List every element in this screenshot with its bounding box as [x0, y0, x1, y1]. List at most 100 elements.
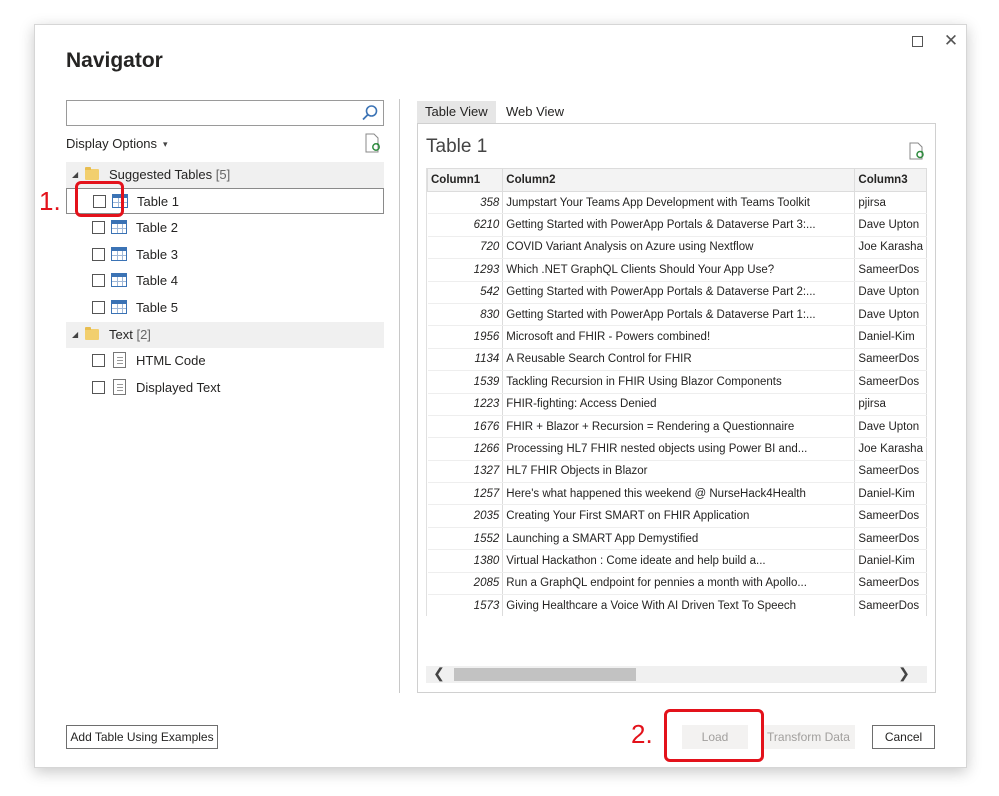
table-row[interactable]: 1223 FHIR-fighting: Access Denied pjirsa: [427, 393, 927, 416]
checkbox[interactable]: [92, 301, 105, 314]
tree-item-table-3[interactable]: Table 3: [66, 242, 384, 268]
table-row[interactable]: 1266 Processing HL7 FHIR nested objects u…: [427, 437, 927, 461]
table-cell: A Reusable Search Control for FHIR: [502, 348, 856, 372]
table-cell: Daniel-Kim: [854, 325, 927, 349]
table-row[interactable]: 1956 Microsoft and FHIR - Powers combined…: [427, 325, 927, 349]
table-row[interactable]: 1676 FHIR + Blazor + Recursion = Renderin…: [427, 415, 927, 439]
maximize-icon[interactable]: [907, 31, 927, 51]
tab-table-view[interactable]: Table View: [417, 101, 496, 123]
table-cell: Which .NET GraphQL Clients Should Your A…: [502, 258, 856, 282]
table-row[interactable]: 1573 Giving Healthcare a Voice With AI Dr…: [427, 594, 927, 616]
table-cell: FHIR-fighting: Access Denied: [502, 393, 856, 416]
add-table-using-examples-button[interactable]: Add Table Using Examples: [66, 725, 218, 749]
table-cell: Here's what happened this weekend @ Nurs…: [502, 482, 856, 506]
tree-group-label: Suggested Tables [5]: [109, 167, 231, 182]
table-cell: SameerDos: [854, 572, 927, 596]
table-cell: 720: [427, 236, 504, 260]
table-cell: Joe Karasha: [854, 437, 927, 461]
tree-item-displayed-text[interactable]: Displayed Text: [66, 375, 384, 401]
checkbox[interactable]: [92, 354, 105, 367]
table-row[interactable]: 2035 Creating Your First SMART on FHIR Ap…: [427, 504, 927, 528]
scroll-left-icon[interactable]: ❮: [430, 665, 448, 682]
data-preview-table[interactable]: Column1 Column2 Column3 358 Jumpstart You…: [426, 168, 927, 616]
scroll-right-icon[interactable]: ❯: [895, 665, 913, 682]
display-options-label: Display Options: [66, 136, 158, 151]
table-cell: Dave Upton: [854, 281, 927, 304]
table-row[interactable]: 1293 Which .NET GraphQL Clients Should Yo…: [427, 258, 927, 282]
table-row[interactable]: 720 COVID Variant Analysis on Azure using…: [427, 236, 927, 260]
checkbox[interactable]: [92, 381, 105, 394]
table-cell: 1266: [427, 437, 504, 461]
checkbox[interactable]: [92, 248, 105, 261]
table-row[interactable]: 830 Getting Started with PowerApp Portals…: [427, 303, 927, 327]
folder-icon: [85, 167, 99, 180]
expand-triangle-icon[interactable]: ◢: [72, 170, 78, 179]
transform-data-button[interactable]: Transform Data: [762, 725, 855, 749]
column-header[interactable]: Column1: [427, 168, 504, 192]
search-input[interactable]: [66, 100, 384, 126]
table-icon: [111, 247, 127, 261]
tree-item-label: Table 2: [136, 220, 178, 235]
table-cell: COVID Variant Analysis on Azure using Ne…: [502, 236, 856, 260]
checkbox[interactable]: [92, 221, 105, 234]
horizontal-scrollbar[interactable]: ❮ ❯: [426, 665, 927, 683]
table-cell: Giving Healthcare a Voice With AI Driven…: [502, 594, 856, 616]
table-cell: Run a GraphQL endpoint for pennies a mon…: [502, 572, 856, 596]
table-row[interactable]: 2085 Run a GraphQL endpoint for pennies a…: [427, 572, 927, 596]
table-row[interactable]: 1134 A Reusable Search Control for FHIR Sa…: [427, 348, 927, 372]
dialog-title: Navigator: [66, 49, 163, 72]
table-cell: 1134: [427, 348, 504, 372]
tree-item-table-2[interactable]: Table 2: [66, 215, 384, 241]
preview-pane: Table 1 Column1 Column2 Column3 358 Jumps…: [417, 123, 936, 693]
table-row[interactable]: 1539 Tackling Recursion in FHIR Using Bla…: [427, 370, 927, 394]
table-cell: SameerDos: [854, 258, 927, 282]
table-row[interactable]: 6210 Getting Started with PowerApp Portal…: [427, 213, 927, 237]
column-header[interactable]: Column2: [502, 168, 856, 192]
tree-item-label: HTML Code: [136, 353, 206, 368]
tree-item-label: Table 1: [137, 194, 179, 209]
table-cell: Joe Karasha: [854, 236, 927, 260]
expand-triangle-icon[interactable]: ◢: [72, 330, 78, 339]
table-row[interactable]: 1380 Virtual Hackathon : Come ideate and …: [427, 549, 927, 573]
search-icon[interactable]: [361, 104, 379, 122]
table-cell: 542: [427, 281, 504, 304]
tree-item-label: Table 5: [136, 300, 178, 315]
table-cell: Virtual Hackathon : Come ideate and help…: [502, 549, 856, 573]
table-cell: SameerDos: [854, 370, 927, 394]
table-cell: Processing HL7 FHIR nested objects using…: [502, 437, 856, 461]
preview-title: Table 1: [426, 136, 488, 157]
tree-item-table-5[interactable]: Table 5: [66, 295, 384, 321]
display-options-dropdown[interactable]: Display Options ▾: [66, 136, 168, 151]
tree-group-text[interactable]: ◢ Text [2]: [66, 322, 384, 348]
table-cell: 1223: [427, 393, 504, 416]
column-header[interactable]: Column3: [854, 168, 927, 192]
table-row[interactable]: 1327 HL7 FHIR Objects in Blazor SameerDos: [427, 460, 927, 484]
table-cell: SameerDos: [854, 460, 927, 484]
tree-item-table-4[interactable]: Table 4: [66, 268, 384, 294]
table-cell: Dave Upton: [854, 303, 927, 327]
checkbox[interactable]: [92, 274, 105, 287]
table-cell: 1552: [427, 527, 504, 551]
table-row[interactable]: 358 Jumpstart Your Teams App Development …: [427, 191, 927, 215]
table-row[interactable]: 1257 Here's what happened this weekend @ …: [427, 482, 927, 506]
table-cell: SameerDos: [854, 527, 927, 551]
refresh-icon[interactable]: [365, 133, 381, 153]
table-row[interactable]: 1552 Launching a SMART App Demystified Sam…: [427, 527, 927, 551]
pane-divider[interactable]: [399, 99, 400, 693]
scrollbar-thumb[interactable]: [454, 668, 636, 681]
table-cell: 1676: [427, 415, 504, 439]
refresh-icon[interactable]: [909, 142, 925, 160]
annotation-highlight-checkbox: [75, 181, 124, 217]
annotation-step-1: 1.: [39, 186, 61, 216]
table-cell: 1327: [427, 460, 504, 484]
table-cell: Getting Started with PowerApp Portals & …: [502, 303, 856, 327]
table-cell: SameerDos: [854, 504, 927, 528]
table-cell: 1539: [427, 370, 504, 394]
tab-web-view[interactable]: Web View: [498, 101, 572, 123]
table-row[interactable]: 542 Getting Started with PowerApp Portals…: [427, 281, 927, 304]
cancel-button[interactable]: Cancel: [872, 725, 935, 749]
tree-item-label: Table 4: [136, 273, 178, 288]
close-icon[interactable]: ✕: [941, 31, 961, 51]
tree-item-html-code[interactable]: HTML Code: [66, 348, 384, 374]
table-cell: 1257: [427, 482, 504, 506]
